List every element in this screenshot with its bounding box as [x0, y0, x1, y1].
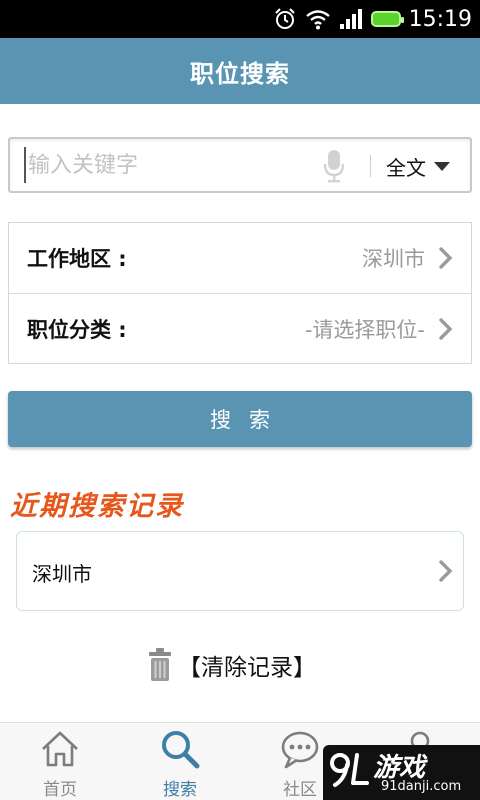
chevron-right-icon — [439, 247, 453, 269]
watermark-91-icon — [330, 753, 369, 787]
filter-row-region[interactable]: 工作地区 : 深圳市 — [9, 223, 471, 293]
tab-search-label: 搜索 — [163, 780, 197, 800]
search-scope-label: 全文 — [386, 155, 426, 180]
trash-icon — [149, 648, 171, 681]
clear-history-label: 【清除记录】 — [178, 655, 316, 681]
search-button[interactable]: 搜索 — [8, 391, 472, 447]
clear-history-button[interactable]: 【清除记录】 — [148, 647, 316, 683]
status-icons: 15:19 — [273, 4, 472, 34]
search-divider — [370, 155, 371, 177]
search-icon — [162, 731, 200, 769]
title-bar: 职位搜索 — [0, 38, 480, 104]
microphone-icon[interactable] — [322, 149, 346, 183]
alarm-icon — [274, 8, 295, 29]
search-box: 全文 — [8, 137, 472, 193]
tab-home[interactable]: 首页 — [0, 723, 120, 800]
status-time: 15:19 — [408, 6, 472, 32]
chat-icon — [281, 731, 319, 769]
recent-search-item[interactable]: 深圳市 — [16, 531, 464, 611]
watermark-sub-text: 91danji.com — [381, 779, 462, 794]
signal-icon — [339, 9, 362, 29]
search-input[interactable] — [24, 147, 314, 183]
tab-search[interactable]: 搜索 — [120, 723, 240, 800]
filter-value-category: -请选择职位- — [304, 318, 425, 342]
search-scope-select[interactable]: 全文 — [386, 151, 450, 181]
caret-down-icon — [434, 161, 450, 171]
chevron-right-icon — [439, 318, 453, 340]
filter-value-region: 深圳市 — [362, 247, 425, 271]
page-title: 职位搜索 — [190, 59, 290, 88]
recent-search-label: 深圳市 — [32, 562, 92, 586]
home-icon — [42, 731, 78, 767]
tab-home-label: 首页 — [43, 780, 77, 800]
chevron-right-icon — [439, 560, 453, 582]
recent-searches-title: 近期搜索记录 — [10, 491, 184, 522]
wifi-icon — [305, 10, 330, 30]
filter-panel: 工作地区 : 深圳市 职位分类 : -请选择职位- — [8, 222, 472, 364]
filter-label-region: 工作地区 : — [27, 247, 127, 271]
battery-icon — [370, 11, 404, 27]
status-bar: 15:19 — [0, 0, 480, 38]
watermark-logo: 游戏 91danji.com — [323, 745, 480, 800]
filter-row-category[interactable]: 职位分类 : -请选择职位- — [9, 294, 471, 364]
filter-label-category: 职位分类 : — [27, 318, 127, 342]
